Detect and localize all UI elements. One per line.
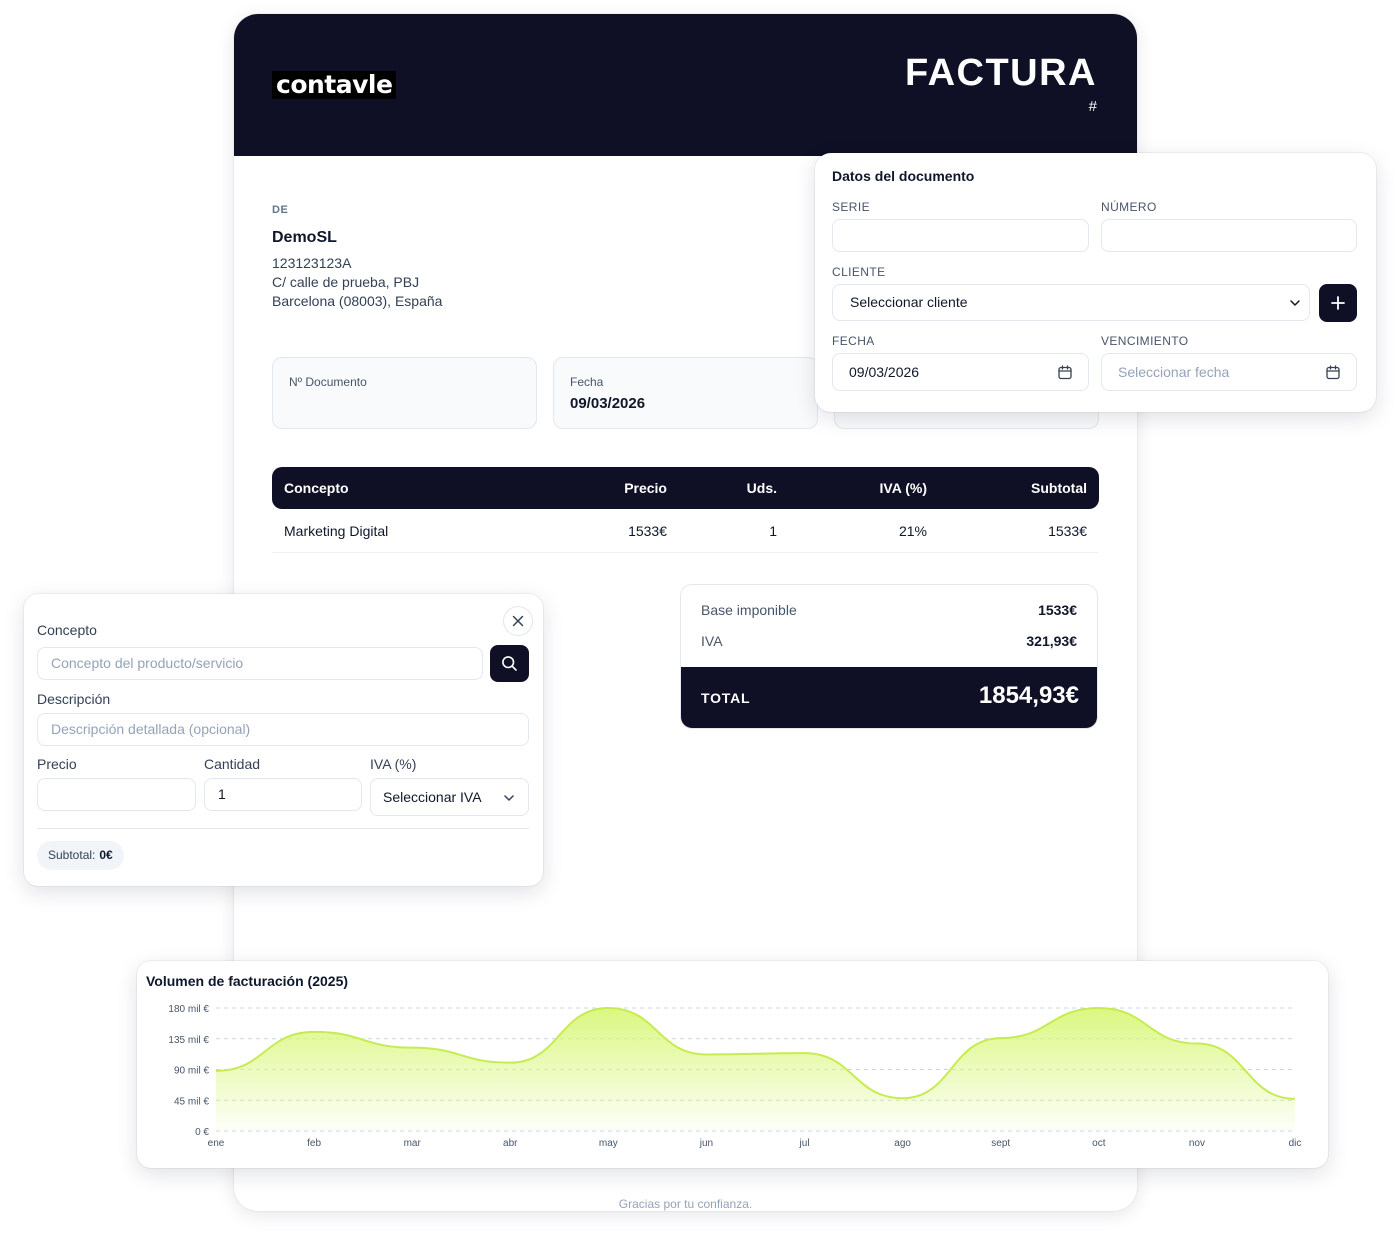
subtotal-badge: Subtotal: 0€ xyxy=(37,841,124,870)
fecha-label: FECHA xyxy=(832,334,875,348)
header-concept: Concepto xyxy=(284,480,349,496)
base-label: Base imponible xyxy=(701,602,797,618)
invoice-number-symbol: # xyxy=(1088,98,1097,115)
subtotal-label: Subtotal: xyxy=(48,848,96,862)
row-price: 1533€ xyxy=(628,523,667,539)
x-tick-label: nov xyxy=(1189,1138,1205,1149)
vat-select[interactable]: Seleccionar IVA xyxy=(370,778,529,816)
area-fill xyxy=(216,1008,1295,1131)
x-tick-label: sept xyxy=(991,1138,1010,1149)
cliente-label: CLIENTE xyxy=(832,265,886,279)
concept-label: Concepto xyxy=(37,622,97,638)
document-panel-title: Datos del documento xyxy=(832,168,975,184)
document-number-box: Nº Documento xyxy=(272,357,537,429)
close-icon xyxy=(512,615,524,627)
x-tick-label: abr xyxy=(503,1138,518,1149)
description-input[interactable]: Descripción detallada (opcional) xyxy=(37,713,529,746)
concept-placeholder: Concepto del producto/servicio xyxy=(51,655,244,671)
invoice-title: FACTURA xyxy=(904,52,1097,94)
y-tick-label: 45 mil € xyxy=(174,1096,209,1107)
y-tick-label: 180 mil € xyxy=(168,1004,209,1015)
fecha-input[interactable]: 09/03/2026 xyxy=(832,353,1089,391)
invoice-header: contavle FACTURA # xyxy=(234,14,1137,156)
description-placeholder: Descripción detallada (opcional) xyxy=(51,721,251,737)
header-subtotal: Subtotal xyxy=(1031,480,1087,496)
billing-volume-chart-card: Volumen de facturación (2025) 0 €45 mil … xyxy=(137,961,1328,1168)
y-tick-label: 90 mil € xyxy=(174,1066,209,1077)
calendar-icon xyxy=(1058,365,1072,380)
quantity-input[interactable]: 1 xyxy=(204,778,362,811)
description-label: Descripción xyxy=(37,691,111,707)
vat-value: 321,93€ xyxy=(1026,633,1077,649)
header-vat: IVA (%) xyxy=(879,480,927,496)
serie-input[interactable] xyxy=(832,219,1089,252)
issuer-address: C/ calle de prueba, PBJ xyxy=(272,274,420,290)
billing-volume-chart: 0 € 45 mil € 90 mil € 135 mil € 180 mil € ene… xyxy=(168,1004,1302,1149)
vat-label: IVA xyxy=(701,633,723,649)
table-row[interactable]: Marketing Digital 1533€ 1 21% 1533€ xyxy=(272,509,1099,553)
vencimiento-input[interactable]: Seleccionar fecha xyxy=(1101,353,1357,391)
divider xyxy=(37,828,529,829)
x-tick-label: jun xyxy=(699,1138,713,1149)
x-tick-label: feb xyxy=(307,1138,321,1149)
x-tick-label: ene xyxy=(208,1138,225,1149)
chevron-down-icon xyxy=(1290,300,1300,306)
x-tick-label: oct xyxy=(1092,1138,1106,1149)
document-number-label: Nº Documento xyxy=(289,375,367,389)
from-label: DE xyxy=(272,204,289,216)
document-data-panel: Datos del documento SERIE NÚMERO CLIENTE… xyxy=(815,153,1376,412)
calendar-icon xyxy=(1326,365,1340,380)
issuer-name: DemoSL xyxy=(272,229,337,246)
date-box: Fecha 09/03/2026 xyxy=(553,357,818,429)
subtotal-value: 0€ xyxy=(99,848,113,862)
header-units: Uds. xyxy=(746,480,777,496)
x-tick-label: mar xyxy=(404,1138,422,1149)
x-tick-label: dic xyxy=(1289,1138,1302,1149)
price-label: Precio xyxy=(37,756,77,772)
cliente-select[interactable]: Seleccionar cliente xyxy=(832,284,1310,321)
total-label: TOTAL xyxy=(701,690,751,706)
close-button[interactable] xyxy=(503,606,533,636)
issuer-city: Barcelona (08003), España xyxy=(272,293,443,309)
header-price: Precio xyxy=(624,480,667,496)
date-value: 09/03/2026 xyxy=(570,395,646,412)
x-tick-label: ago xyxy=(894,1138,911,1149)
totals-box: Base imponible 1533€ IVA 321,93€ TOTAL 1… xyxy=(680,584,1098,729)
vat-select-value: Seleccionar IVA xyxy=(383,789,482,805)
contavle-logo: contavle xyxy=(272,71,397,99)
row-vat: 21% xyxy=(898,523,927,539)
plus-icon xyxy=(1331,296,1345,310)
search-icon xyxy=(502,656,517,671)
date-label: Fecha xyxy=(570,375,604,389)
row-concept: Marketing Digital xyxy=(284,523,389,539)
add-client-button[interactable] xyxy=(1319,284,1357,322)
price-input[interactable] xyxy=(37,778,196,811)
base-value: 1533€ xyxy=(1038,602,1077,618)
cliente-value: Seleccionar cliente xyxy=(850,294,968,310)
search-button[interactable] xyxy=(490,645,529,682)
concept-input[interactable]: Concepto del producto/servicio xyxy=(37,647,483,680)
concept-panel: Concepto Concepto del producto/servicio … xyxy=(24,594,543,886)
y-tick-label: 0 € xyxy=(195,1127,209,1138)
quantity-label: Cantidad xyxy=(204,756,261,772)
issuer-tax-id: 123123123A xyxy=(272,255,352,271)
y-tick-label: 135 mil € xyxy=(168,1035,209,1046)
total-band: TOTAL 1854,93€ xyxy=(681,667,1097,728)
numero-input[interactable] xyxy=(1101,219,1357,252)
vencimiento-label: VENCIMIENTO xyxy=(1101,334,1189,348)
row-units: 1 xyxy=(769,523,777,539)
serie-label: SERIE xyxy=(832,200,871,214)
x-tick-label: may xyxy=(599,1138,618,1149)
chevron-down-icon xyxy=(504,795,514,801)
total-value: 1854,93€ xyxy=(978,682,1079,709)
quantity-value: 1 xyxy=(218,786,226,802)
numero-label: NÚMERO xyxy=(1101,200,1157,214)
x-tick-label: jul xyxy=(799,1138,810,1149)
vencimiento-placeholder: Seleccionar fecha xyxy=(1118,364,1230,380)
items-table-header: Concepto Precio Uds. IVA (%) Subtotal xyxy=(272,467,1099,509)
row-subtotal: 1533€ xyxy=(1048,523,1087,539)
vat-select-label: IVA (%) xyxy=(370,756,417,772)
footer-thanks: Gracias por tu confianza. xyxy=(618,1197,753,1211)
fecha-value: 09/03/2026 xyxy=(849,364,920,380)
